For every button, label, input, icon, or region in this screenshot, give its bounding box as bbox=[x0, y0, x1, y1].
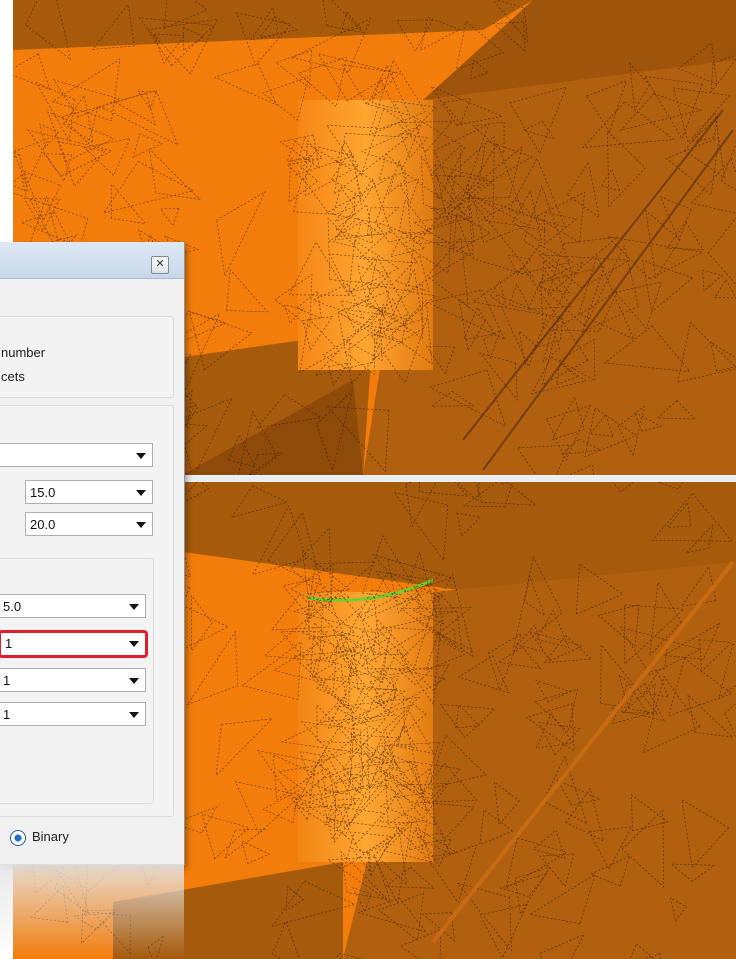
dialog-title-bar[interactable]: ✕ bbox=[0, 242, 184, 279]
chevron-down-icon[interactable] bbox=[136, 490, 146, 496]
chevron-down-icon[interactable] bbox=[129, 678, 139, 684]
chevron-down-icon[interactable] bbox=[136, 522, 146, 528]
chevron-down-icon[interactable] bbox=[129, 712, 139, 718]
close-icon[interactable]: ✕ bbox=[151, 256, 169, 274]
advanced-combo-3[interactable]: 1 bbox=[0, 668, 146, 692]
facet-number-label: number bbox=[1, 345, 46, 360]
chevron-down-icon[interactable] bbox=[129, 641, 139, 647]
export-settings-dialog: ✕ number cets 15.0 20.0 5.0 1 1 1 bbox=[0, 242, 185, 865]
advanced-combo-2-highlighted[interactable]: 1 bbox=[0, 630, 148, 658]
dialog-shadow-fade bbox=[0, 864, 184, 959]
chevron-down-icon[interactable] bbox=[136, 453, 146, 459]
advanced-combo-4[interactable]: 1 bbox=[0, 702, 146, 726]
facets-label: cets bbox=[1, 369, 25, 384]
tolerance-combo-3[interactable]: 20.0 bbox=[25, 512, 153, 536]
output-options-group: number cets bbox=[0, 316, 174, 398]
tolerance-combo-2[interactable]: 15.0 bbox=[25, 480, 153, 504]
tolerance-combo-1[interactable] bbox=[0, 443, 153, 467]
viewport-separator bbox=[180, 475, 736, 482]
advanced-combo-1[interactable]: 5.0 bbox=[0, 594, 146, 618]
chevron-down-icon[interactable] bbox=[129, 604, 139, 610]
binary-radio-button[interactable] bbox=[10, 830, 26, 846]
binary-radio-label[interactable]: Binary bbox=[32, 829, 69, 844]
